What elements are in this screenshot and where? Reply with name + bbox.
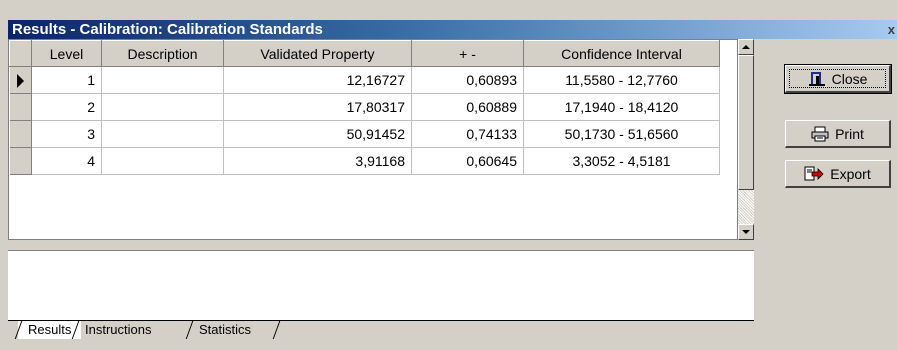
- row-indicator[interactable]: [9, 120, 32, 148]
- cell-plus-minus[interactable]: 0,74133: [411, 120, 524, 148]
- cell-plus-minus[interactable]: 0,60645: [411, 147, 524, 175]
- tab-bar: Results Instructions Statistics: [8, 320, 754, 343]
- cell-confidence-interval[interactable]: 50,1730 - 51,6560: [523, 120, 720, 148]
- cell-level[interactable]: 4: [31, 147, 102, 175]
- cell-description[interactable]: [101, 66, 224, 94]
- export-button[interactable]: Export: [785, 160, 891, 188]
- cell-level[interactable]: 1: [31, 66, 102, 94]
- cell-confidence-interval[interactable]: 11,5580 - 12,7760: [523, 66, 720, 94]
- results-memo-area[interactable]: [8, 250, 754, 321]
- table-row[interactable]: 2 17,80317 0,60889 17,1940 - 18,4120: [9, 93, 720, 121]
- column-header-plus-minus[interactable]: + -: [411, 40, 524, 67]
- row-indicator[interactable]: [9, 93, 32, 121]
- export-arrow-icon: [804, 166, 824, 182]
- column-header-description[interactable]: Description: [101, 40, 224, 67]
- scroll-down-button[interactable]: [738, 224, 754, 240]
- close-button[interactable]: Close: [784, 64, 892, 94]
- column-header-validated-property[interactable]: Validated Property: [223, 40, 412, 67]
- row-indicator[interactable]: [9, 66, 32, 94]
- table-row[interactable]: 4 3,91168 0,60645 3,3052 - 4,5181: [9, 147, 720, 175]
- cell-validated-property[interactable]: 3,91168: [223, 147, 412, 175]
- header-indicator: [9, 40, 32, 67]
- column-header-confidence-interval[interactable]: Confidence Interval: [523, 40, 720, 67]
- print-button-label: Print: [835, 125, 864, 142]
- tab-statistics[interactable]: Statistics: [189, 321, 261, 339]
- table-row[interactable]: 3 50,91452 0,74133 50,1730 - 51,6560: [9, 120, 720, 148]
- cell-plus-minus[interactable]: 0,60889: [411, 93, 524, 121]
- printer-icon: [811, 126, 829, 142]
- cell-confidence-interval[interactable]: 17,1940 - 18,4120: [523, 93, 720, 121]
- cell-level[interactable]: 3: [31, 120, 102, 148]
- window-titlebar: Results - Calibration: Calibration Stand…: [8, 20, 897, 39]
- cell-level[interactable]: 2: [31, 93, 102, 121]
- cell-validated-property[interactable]: 12,16727: [223, 66, 412, 94]
- cell-description[interactable]: [101, 147, 224, 175]
- grid-vertical-scrollbar[interactable]: [738, 39, 754, 240]
- scroll-up-button[interactable]: [738, 39, 754, 55]
- chevron-up-icon: [742, 45, 750, 49]
- cell-validated-property[interactable]: 17,80317: [223, 93, 412, 121]
- scroll-thumb[interactable]: [738, 55, 754, 190]
- title-close-icon[interactable]: x: [888, 20, 895, 39]
- chevron-down-icon: [742, 230, 750, 234]
- print-button[interactable]: Print: [785, 120, 891, 148]
- grid-splitter[interactable]: [8, 240, 754, 248]
- cell-description[interactable]: [101, 120, 224, 148]
- focus-rectangle: [789, 69, 886, 88]
- table-row[interactable]: 1 12,16727 0,60893 11,5580 - 12,7760: [9, 66, 720, 94]
- cell-plus-minus[interactable]: 0,60893: [411, 66, 524, 94]
- cell-validated-property[interactable]: 50,91452: [223, 120, 412, 148]
- cell-confidence-interval[interactable]: 3,3052 - 4,5181: [523, 147, 720, 175]
- cell-description[interactable]: [101, 93, 224, 121]
- tab-divider: [272, 321, 281, 339]
- row-indicator[interactable]: [9, 147, 32, 175]
- window-title: Results - Calibration: Calibration Stand…: [12, 21, 323, 38]
- header-row: Level Description Validated Property + -…: [9, 40, 720, 67]
- tab-instructions[interactable]: Instructions: [75, 321, 161, 339]
- results-grid[interactable]: Level Description Validated Property + -…: [8, 39, 738, 240]
- export-button-label: Export: [830, 165, 871, 182]
- arrow-right-icon: [16, 74, 24, 89]
- top-strip: [0, 0, 897, 20]
- column-header-level[interactable]: Level: [31, 40, 102, 67]
- results-table: Level Description Validated Property + -…: [9, 40, 720, 175]
